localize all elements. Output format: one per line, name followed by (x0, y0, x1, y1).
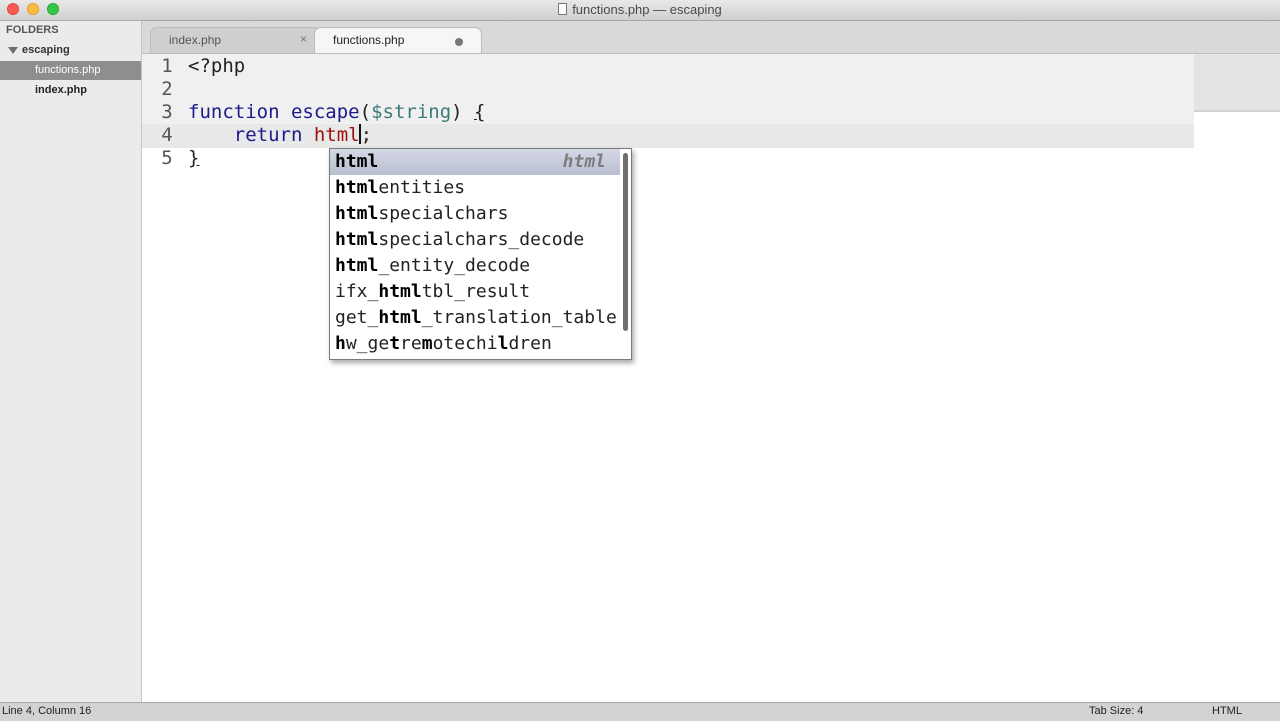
tab-size-selector[interactable]: Tab Size: 4 (1089, 705, 1143, 717)
minimap[interactable] (1194, 54, 1280, 110)
title-bar: functions.php — escaping (0, 0, 1280, 21)
syntax-selector[interactable]: HTML (1212, 705, 1242, 717)
document-icon (558, 3, 568, 15)
window-title: functions.php — escaping (572, 2, 722, 17)
completion-text: w_ge (345, 333, 390, 354)
sidebar-file-index[interactable]: index.php (0, 81, 141, 100)
status-bar: Line 4, Column 16 Tab Size: 4 HTML (0, 702, 1280, 721)
code-line-4: return html; (188, 124, 372, 146)
match-text: html (335, 255, 379, 276)
code-editor[interactable]: 1 2 3 4 5 <?php function escape($string)… (142, 54, 1280, 701)
completion-text: tbl_result (421, 281, 531, 302)
code-line-1: <?php (188, 55, 246, 77)
autocomplete-item[interactable]: hw_getremotechildren (330, 331, 620, 357)
autocomplete-item[interactable]: htmlspecialchars_decode (330, 227, 620, 253)
line-number: 4 (161, 124, 173, 146)
match-text: h (335, 333, 346, 354)
sidebar-folder-escaping[interactable]: escaping (0, 42, 141, 60)
open-brace: { (474, 101, 486, 123)
match-text: html (335, 151, 379, 172)
typed-text: html (313, 124, 360, 146)
autocomplete-item[interactable]: get_html_translation_table (330, 305, 620, 331)
match-text: html (335, 229, 379, 250)
match-text: html (378, 307, 422, 328)
keyword-return: return (233, 124, 303, 146)
folder-name: escaping (22, 44, 70, 56)
semicolon: ; (360, 124, 373, 146)
tab-label: functions.php (333, 33, 405, 47)
autocomplete-popup[interactable]: html html htmlentities htmlspecialchars html… (329, 148, 632, 360)
completion-text: specialchars_decode (378, 229, 585, 250)
close-tab-icon[interactable]: × (300, 32, 307, 46)
param-variable: $string (371, 101, 452, 123)
sidebar-file-functions[interactable]: functions.php (0, 61, 141, 80)
sidebar-file-label: functions.php (35, 64, 101, 76)
match-text: l (497, 333, 509, 354)
minimap-viewport[interactable] (1194, 110, 1280, 112)
sidebar: FOLDERS escaping functions.php index.php (0, 21, 142, 702)
window-title-wrap: functions.php — escaping (0, 2, 1280, 17)
autocomplete-scrollbar[interactable] (623, 153, 628, 331)
match-text: html (335, 203, 379, 224)
keyword-function: function (188, 101, 280, 123)
completion-text: get_ (335, 307, 379, 328)
autocomplete-item[interactable]: html_entity_decode (330, 253, 620, 279)
line-number: 5 (161, 147, 173, 169)
disclosure-triangle-icon[interactable] (8, 47, 18, 54)
line-number: 1 (161, 55, 173, 77)
match-text: t (389, 333, 401, 354)
function-name: escape (290, 101, 360, 123)
autocomplete-item[interactable]: ifx_htmltbl_result (330, 279, 620, 305)
completion-text: otechi (432, 333, 498, 354)
autocomplete-item[interactable]: htmlentities (330, 175, 620, 201)
tab-label: index.php (169, 33, 222, 47)
sidebar-file-label: index.php (35, 84, 87, 96)
tab-bar: index.php × functions.php (142, 21, 1280, 54)
open-paren: ( (359, 101, 372, 123)
tab-functions-php[interactable]: functions.php (314, 27, 482, 53)
autocomplete-hint: html (562, 151, 606, 172)
match-text: html (378, 281, 422, 302)
autocomplete-item[interactable]: html html (330, 149, 620, 175)
completion-text: entities (378, 177, 466, 198)
code-line-5: } (188, 147, 200, 169)
cursor-position: Line 4, Column 16 (2, 705, 92, 717)
match-text: m (421, 333, 433, 354)
code-line-3: function escape($string) { (188, 101, 486, 123)
completion-text: ifx_ (335, 281, 379, 302)
tab-index-php[interactable]: index.php × (150, 27, 320, 53)
line-number: 2 (161, 78, 173, 100)
match-text: html (335, 177, 379, 198)
completion-text: re (400, 333, 422, 354)
close-paren: ) (451, 101, 463, 123)
completion-text: _entity_decode (378, 255, 531, 276)
line-number: 3 (161, 101, 173, 123)
completion-text: dren (508, 333, 552, 354)
autocomplete-item[interactable]: htmlspecialchars (330, 201, 620, 227)
completion-text: _translation_table (421, 307, 617, 328)
folders-header: FOLDERS (6, 24, 59, 36)
modified-dot-icon[interactable] (455, 38, 463, 46)
completion-text: specialchars (378, 203, 509, 224)
